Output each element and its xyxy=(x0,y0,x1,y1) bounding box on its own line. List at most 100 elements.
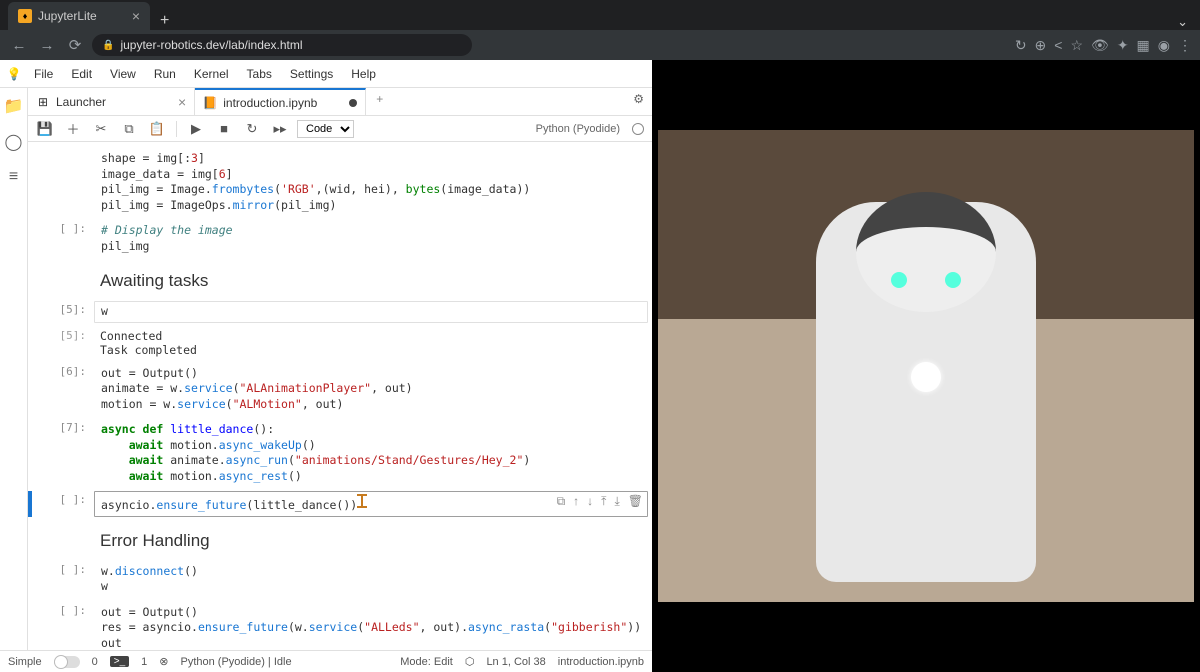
url-bar[interactable]: 🔒 jupyter-robotics.dev/lab/index.html xyxy=(92,34,472,56)
menu-help[interactable]: Help xyxy=(343,65,384,83)
notebook-body[interactable]: shape = img[:3] image_data = img[6] pil_… xyxy=(28,142,652,650)
notebook-tab[interactable]: 📙 introduction.ipynb xyxy=(195,88,366,115)
apps-icon[interactable]: ▦ xyxy=(1137,37,1150,54)
menu-icon[interactable]: ⋮ xyxy=(1178,37,1192,54)
tabs-dropdown-icon[interactable]: ⌄ xyxy=(1165,14,1200,30)
code-cell[interactable]: [6]: out = Output() animate = w.service(… xyxy=(28,361,652,418)
url-text: jupyter-robotics.dev/lab/index.html xyxy=(120,38,302,52)
add-tab-button[interactable]: + xyxy=(366,88,393,115)
kernel-status-icon[interactable] xyxy=(632,123,644,135)
browser-tab[interactable]: ♦ JupyterLite × xyxy=(8,2,150,30)
move-up-icon[interactable]: ↑ xyxy=(573,494,579,509)
cell-prompt xyxy=(32,148,94,216)
settings-gear-icon[interactable]: ⚙ xyxy=(625,88,652,115)
new-tab-button[interactable]: + xyxy=(150,12,179,30)
simple-mode-toggle[interactable] xyxy=(54,656,80,668)
unsaved-indicator-icon xyxy=(349,99,357,107)
star-icon[interactable]: ☆ xyxy=(1070,37,1083,54)
status-bar: Simple 0 >_ 1 ⊗ Python (Pyodide) | Idle … xyxy=(0,650,652,672)
simple-mode-label: Simple xyxy=(8,656,42,668)
move-down-icon[interactable]: ↓ xyxy=(587,494,593,509)
menu-view[interactable]: View xyxy=(102,65,144,83)
menu-settings[interactable]: Settings xyxy=(282,65,341,83)
code-cell[interactable]: [7]: async def little_dance(): await mot… xyxy=(28,417,652,489)
code-content[interactable]: w xyxy=(95,302,647,322)
menu-run[interactable]: Run xyxy=(146,65,184,83)
cell-prompt: [6]: xyxy=(32,363,94,416)
insert-below-icon[interactable]: ⤓ xyxy=(614,494,619,509)
update-icon[interactable]: ↻ xyxy=(1015,37,1027,54)
restart-icon[interactable]: ↻ xyxy=(241,121,263,137)
code-content[interactable]: async def little_dance(): await motion.a… xyxy=(95,420,647,486)
file-browser-icon[interactable]: 📁 xyxy=(4,96,24,116)
running-icon[interactable]: ◯ xyxy=(5,132,23,152)
panel-icon[interactable]: ⊗ xyxy=(159,655,168,668)
toc-icon[interactable]: ≡ xyxy=(9,168,18,186)
code-cell-active[interactable]: [ ]: ⧉ ↑ ↓ ⤒ ⤓ 🗑 asyncio.ensure_future(l… xyxy=(28,489,652,519)
notification-icon[interactable]: ⬡ xyxy=(465,655,475,668)
status-kernel[interactable]: Python (Pyodide) | Idle xyxy=(181,656,292,668)
code-content[interactable]: shape = img[:3] image_data = img[6] pil_… xyxy=(95,149,647,215)
text-cursor-icon xyxy=(357,494,367,509)
run-icon[interactable]: ▶ xyxy=(185,121,207,137)
cell-prompt: [ ]: xyxy=(32,491,94,517)
close-icon[interactable]: × xyxy=(132,8,140,24)
heading: Awaiting tasks xyxy=(100,271,648,291)
cell-type-select[interactable]: Code xyxy=(297,120,354,138)
code-cell[interactable]: [5]: w xyxy=(28,299,652,325)
menu-file[interactable]: File xyxy=(26,65,61,83)
menu-edit[interactable]: Edit xyxy=(63,65,100,83)
cell-prompt: [5]: xyxy=(32,301,94,323)
stop-icon[interactable]: ■ xyxy=(213,121,235,136)
save-icon[interactable]: 💾 xyxy=(34,121,56,137)
video-feed-pane xyxy=(652,60,1200,672)
launcher-tab-label: Launcher xyxy=(56,95,106,109)
eye-icon[interactable]: 👁 xyxy=(1091,37,1109,54)
code-content[interactable]: out = Output() res = asyncio.ensure_futu… xyxy=(95,603,647,650)
code-cell[interactable]: shape = img[:3] image_data = img[6] pil_… xyxy=(28,146,652,218)
cell-prompt: [ ]: xyxy=(32,220,94,257)
close-icon[interactable]: × xyxy=(178,94,186,110)
cell-action-toolbar: ⧉ ↑ ↓ ⤒ ⤓ 🗑 xyxy=(557,494,643,509)
add-cell-icon[interactable]: ＋ xyxy=(62,119,84,138)
extension-icon[interactable]: ✦ xyxy=(1117,37,1129,54)
paste-icon[interactable]: 📋 xyxy=(146,121,168,137)
zoom-icon[interactable]: ⊕ xyxy=(1035,37,1047,54)
code-content[interactable]: # Display the image pil_img xyxy=(95,221,647,256)
copy-icon[interactable]: ⧉ xyxy=(118,121,140,137)
menu-bar: 💡 File Edit View Run Kernel Tabs Setting… xyxy=(0,60,652,88)
markdown-cell[interactable]: Awaiting tasks xyxy=(28,259,652,299)
code-content[interactable]: w.disconnect() w xyxy=(95,562,647,597)
delete-icon[interactable]: 🗑 xyxy=(628,494,643,509)
insert-above-icon[interactable]: ⤒ xyxy=(601,494,606,509)
menu-kernel[interactable]: Kernel xyxy=(186,65,237,83)
file-tabs: ⊞ Launcher × 📙 introduction.ipynb + ⚙ xyxy=(28,88,652,116)
robot-video-placeholder xyxy=(658,130,1194,602)
share-icon[interactable]: < xyxy=(1054,37,1062,53)
reload-icon[interactable]: ⟳ xyxy=(64,36,86,54)
status-file: introduction.ipynb xyxy=(558,656,644,668)
kernel-name[interactable]: Python (Pyodide) xyxy=(536,123,620,135)
back-icon[interactable]: ← xyxy=(8,37,30,54)
page-container: 💡 File Edit View Run Kernel Tabs Setting… xyxy=(0,60,1200,672)
profile-icon[interactable]: ◉ xyxy=(1158,37,1170,54)
cut-icon[interactable]: ✂ xyxy=(90,121,112,137)
status-count-0: 0 xyxy=(92,656,98,668)
code-cell[interactable]: [ ]: # Display the image pil_img xyxy=(28,218,652,259)
launcher-tab[interactable]: ⊞ Launcher × xyxy=(28,88,195,115)
code-cell[interactable]: [ ]: w.disconnect() w xyxy=(28,559,652,600)
jupyter-logo-icon[interactable]: 💡 xyxy=(4,67,24,81)
browser-chrome: ♦ JupyterLite × + ⌄ ← → ⟳ 🔒 jupyter-robo… xyxy=(0,0,1200,60)
run-all-icon[interactable]: ▸▸ xyxy=(269,121,291,137)
markdown-cell[interactable]: Error Handling xyxy=(28,519,652,559)
browser-toolbar: ← → ⟳ 🔒 jupyter-robotics.dev/lab/index.h… xyxy=(0,30,1200,60)
duplicate-icon[interactable]: ⧉ xyxy=(557,494,566,509)
lock-icon: 🔒 xyxy=(102,40,114,51)
terminal-icon[interactable]: >_ xyxy=(110,656,129,667)
forward-icon[interactable]: → xyxy=(36,37,58,54)
code-content[interactable]: out = Output() animate = w.service("ALAn… xyxy=(95,364,647,415)
left-sidebar: 📁 ◯ ≡ xyxy=(0,88,28,650)
output-text: Connected Task completed xyxy=(94,327,648,359)
code-cell[interactable]: [ ]: out = Output() res = asyncio.ensure… xyxy=(28,600,652,650)
menu-tabs[interactable]: Tabs xyxy=(239,65,280,83)
